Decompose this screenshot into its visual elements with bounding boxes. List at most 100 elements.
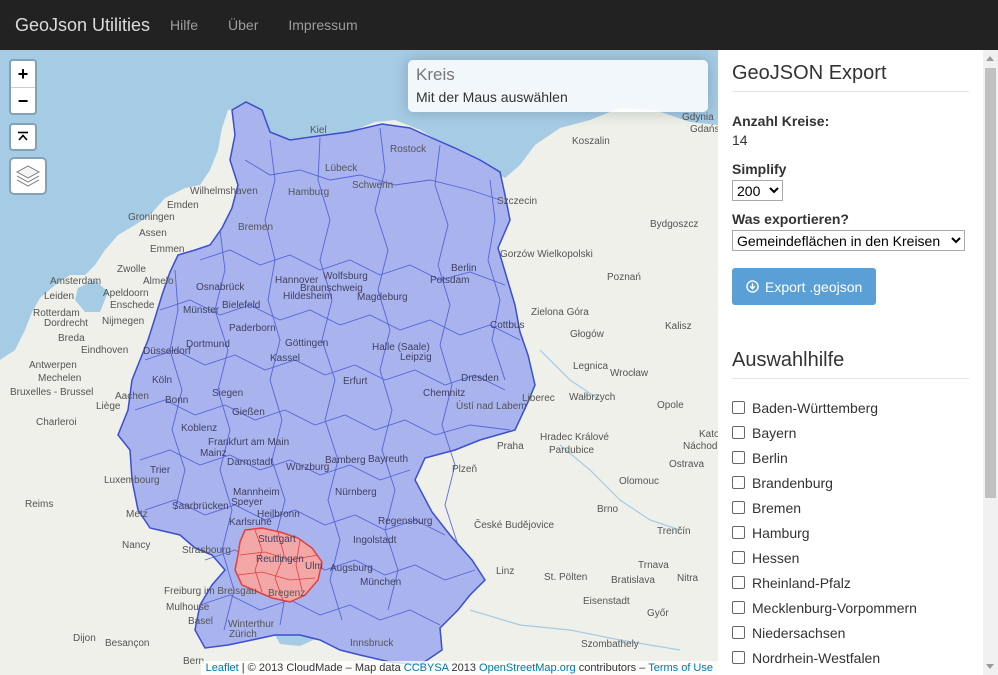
label-frankfurt: Frankfurt am Main [208, 437, 290, 448]
nav-link-ueber[interactable]: Über [228, 17, 258, 33]
label-freiburg: Freiburg im Breisgau [164, 586, 257, 597]
label-aachen: Aachen [115, 391, 149, 402]
label-szombathely: Szombathely [581, 639, 639, 650]
label-antwerpen: Antwerpen [29, 360, 77, 371]
label-erfurt: Erfurt [343, 376, 368, 387]
scroll-down-arrow-icon[interactable] [986, 664, 994, 669]
count-label: Anzahl Kreise: [732, 113, 830, 129]
label-gdansk: Gdańsk [690, 124, 718, 135]
label-mulhouse: Mulhouse [166, 602, 210, 613]
label-nachod: Náchod [683, 441, 718, 452]
label-opole: Opole [657, 400, 684, 411]
label-rostock: Rostock [390, 144, 427, 155]
label-walbrzych: Wałbrzych [569, 392, 616, 403]
state-checkbox-row[interactable]: Brandenburg [732, 470, 969, 495]
leaflet-link[interactable]: Leaflet [206, 662, 239, 674]
export-button-label: Export .geojson [765, 278, 863, 295]
label-stuttgart: Stuttgart [258, 534, 296, 545]
state-checkbox-row[interactable]: Berlin [732, 445, 969, 470]
state-checkbox-row[interactable]: Hamburg [732, 520, 969, 545]
label-amsterdam: Amsterdam [50, 276, 102, 287]
label-assen: Assen [139, 228, 167, 239]
kreis-info-box: Kreis Mit der Maus auswählen [408, 60, 708, 112]
label-trnava: Trnava [638, 560, 669, 571]
scroll-up-arrow-icon[interactable] [986, 56, 994, 61]
brand-title[interactable]: GeoJson Utilities [0, 15, 170, 36]
checkbox[interactable] [732, 501, 745, 514]
state-checkbox-row[interactable]: Bremen [732, 495, 969, 520]
label-nijmegen: Nijmegen [102, 316, 145, 327]
label-reims: Reims [25, 499, 54, 510]
checkbox[interactable] [732, 476, 745, 489]
label-reutlingen: Reutlingen [256, 554, 304, 565]
layers-control[interactable] [9, 157, 47, 195]
label-chemnitz: Chemnitz [423, 388, 466, 399]
state-checkbox-list: Baden-Württemberg Bayern Berlin Brandenb… [732, 395, 969, 670]
state-label: Brandenburg [752, 474, 833, 491]
checkbox[interactable] [732, 601, 745, 614]
attribution-text-1: | © 2013 CloudMade – Map data [238, 662, 404, 674]
checkbox[interactable] [732, 576, 745, 589]
state-label: Bremen [752, 499, 802, 516]
label-mechelen: Mechelen [38, 373, 82, 384]
checkbox[interactable] [732, 626, 745, 639]
label-paderborn: Paderborn [229, 323, 276, 334]
label-wuerzburg: Würzburg [286, 462, 330, 473]
checkbox[interactable] [732, 426, 745, 439]
checkbox[interactable] [732, 651, 745, 664]
label-nitra: Nitra [677, 573, 699, 584]
state-checkbox-row[interactable]: Rheinland-Pfalz [732, 570, 969, 595]
label-budejovice: České Budějovice [474, 520, 555, 531]
panel-scrollbar[interactable] [983, 50, 998, 675]
label-muenster: Münster [183, 305, 220, 316]
nav-link-hilfe[interactable]: Hilfe [170, 17, 198, 33]
map-attribution: Leaflet | © 2013 CloudMade – Map data CC… [200, 661, 718, 675]
simplify-label: Simplify [732, 161, 787, 177]
label-usti: Ústí nad Labem [456, 401, 527, 412]
home-extent-button[interactable] [9, 123, 37, 151]
scroll-thumb[interactable] [985, 68, 996, 498]
label-leiden: Leiden [44, 291, 75, 302]
state-checkbox-row[interactable]: Niedersachsen [732, 620, 969, 645]
ccbysa-link[interactable]: CCBYSA [404, 662, 449, 674]
state-label: Mecklenburg-Vorpommern [752, 599, 917, 616]
checkbox[interactable] [732, 451, 745, 464]
label-ingolstadt: Ingolstadt [353, 535, 397, 546]
state-checkbox-row[interactable]: Bayern [732, 420, 969, 445]
state-label: Rheinland-Pfalz [752, 574, 851, 591]
simplify-select[interactable]: 200 [732, 180, 783, 201]
label-luebeck: Lübeck [325, 163, 358, 174]
label-besancon: Besançon [105, 638, 150, 649]
osm-link[interactable]: OpenStreetMap.org [479, 662, 576, 674]
label-dordrecht: Dordrecht [44, 318, 88, 329]
state-checkbox-row[interactable]: Mecklenburg-Vorpommern [732, 595, 969, 620]
label-emmen: Emmen [150, 244, 185, 255]
label-muenchen: München [360, 577, 402, 588]
label-leipzig: Leipzig [400, 352, 432, 363]
export-type-select[interactable]: Gemeindeflächen in den Kreisen [732, 230, 965, 251]
checkbox[interactable] [732, 551, 745, 564]
state-checkbox-row[interactable]: Baden-Württemberg [732, 395, 969, 420]
label-groningen: Groningen [128, 212, 175, 223]
export-panel: GeoJSON Export Anzahl Kreise: 14 Simplif… [718, 50, 983, 675]
state-checkbox-row[interactable]: Nordrhein-Westfalen [732, 645, 969, 670]
label-pardubice: Pardubice [549, 445, 595, 456]
checkbox[interactable] [732, 526, 745, 539]
state-checkbox-row[interactable]: Hessen [732, 545, 969, 570]
count-value: 14 [732, 132, 748, 148]
label-koblenz: Koblenz [181, 423, 218, 434]
label-hradec: Hradec Králové [540, 432, 609, 443]
zoom-out-button[interactable]: − [11, 87, 35, 113]
label-dresden: Dresden [461, 373, 499, 384]
label-almelo: Almelo [143, 276, 174, 287]
terms-link[interactable]: Terms of Use [648, 662, 713, 674]
state-label: Niedersachsen [752, 624, 846, 641]
export-geojson-button[interactable]: Export .geojson [732, 268, 877, 305]
zoom-in-button[interactable]: + [11, 61, 35, 87]
label-dortmund: Dortmund [186, 339, 230, 350]
nav-link-impressum[interactable]: Impressum [288, 17, 357, 33]
label-eindhoven: Eindhoven [81, 345, 129, 356]
checkbox[interactable] [732, 401, 745, 414]
map-view[interactable]: Kiel Rostock Lübeck Wilhelmshaven Hambur… [0, 50, 718, 675]
label-strasbourg: Strasbourg [182, 545, 231, 556]
